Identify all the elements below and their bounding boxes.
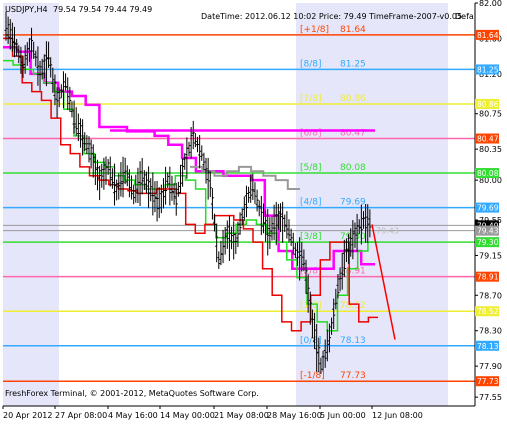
price-label-text: 80.86 xyxy=(477,100,499,109)
price-tick-label: 80.35 xyxy=(479,145,502,154)
murrey-level-value: 80.08 xyxy=(340,163,366,173)
price-label-text: 79.30 xyxy=(477,238,499,247)
murrey-level-value: 78.13 xyxy=(340,336,366,346)
price-tick-label: 79.15 xyxy=(479,251,502,260)
time-tick-label: 14 May 00:00 xyxy=(160,411,215,420)
murrey-level-label: [+1/8] xyxy=(300,25,329,35)
price-chart[interactable]: [+1/8] 81.64[8/8] 81.25[7/8] 80.86[6/8] 80.4… xyxy=(0,0,507,426)
time-tick-label: 21 May 08:00 xyxy=(214,411,269,420)
price-label-text: 79.43 xyxy=(477,227,499,236)
price-label-text: 81.25 xyxy=(477,65,499,74)
symbol-label: USDJPY,H4 xyxy=(5,5,48,14)
price-tick-label: 80.75 xyxy=(479,110,502,119)
price-tick-label: 77.90 xyxy=(479,362,502,371)
time-tick-label: 12 Jun 08:00 xyxy=(372,411,423,420)
murrey-level-value: 81.64 xyxy=(340,25,366,35)
price-label-text: 81.64 xyxy=(477,31,499,40)
time-tick-label: 5 Jun 00:00 xyxy=(320,411,366,420)
price-label-text: 78.13 xyxy=(477,342,499,351)
price-label-text: 78.91 xyxy=(477,273,499,282)
info-readout: DateTime: 2012.06.12 10:02 Price: 79.49 … xyxy=(201,12,462,21)
price-label-text: 80.08 xyxy=(477,169,499,178)
murrey-level-value: 78.52 xyxy=(340,301,366,311)
side-label: Defa xyxy=(455,12,474,21)
price-label-text: 79.69 xyxy=(477,204,499,213)
price-label-text: 78.52 xyxy=(477,307,499,316)
ohlc-values: 79.54 79.54 79.44 79.49 xyxy=(53,5,152,14)
price-tick-label: 78.70 xyxy=(479,291,502,300)
murrey-level-label: [3/8] xyxy=(300,232,322,242)
price-label-text: 77.73 xyxy=(477,377,499,386)
time-tick-label: 20 Apr 2012 xyxy=(3,411,52,420)
murrey-level-label: [8/8] xyxy=(300,59,322,69)
price-tick-label: 82.00 xyxy=(479,0,502,8)
murrey-level-label: [0/8] xyxy=(300,336,322,346)
murrey-level-label: [5/8] xyxy=(300,163,322,173)
copyright-text: FreshForex Terminal, © 2001-2012, MetaQu… xyxy=(5,389,259,398)
murrey-level-label: [4/8] xyxy=(300,198,322,208)
overlay-price-text: 79.43 xyxy=(376,227,399,236)
chart-window[interactable]: [+1/8] 81.64 [8/8] 81.25 [7/8] 80.86 [6/8] 80.4… xyxy=(0,0,507,426)
price-tick-label: 77.55 xyxy=(479,393,502,402)
price-tick-label: 78.30 xyxy=(479,327,502,336)
time-tick-label: 4 May 16:00 xyxy=(108,411,158,420)
murrey-level-value: 81.25 xyxy=(340,59,366,69)
price-label-text: 80.47 xyxy=(477,135,499,144)
time-tick-label: 27 Apr 08:00 xyxy=(55,411,107,420)
murrey-level-label: [7/8] xyxy=(300,94,322,104)
time-tick-label: 28 May 16:00 xyxy=(267,411,322,420)
murrey-level-value: 80.86 xyxy=(340,94,366,104)
murrey-level-value: 79.69 xyxy=(340,198,366,208)
murrey-level-value: 77.73 xyxy=(340,371,366,381)
